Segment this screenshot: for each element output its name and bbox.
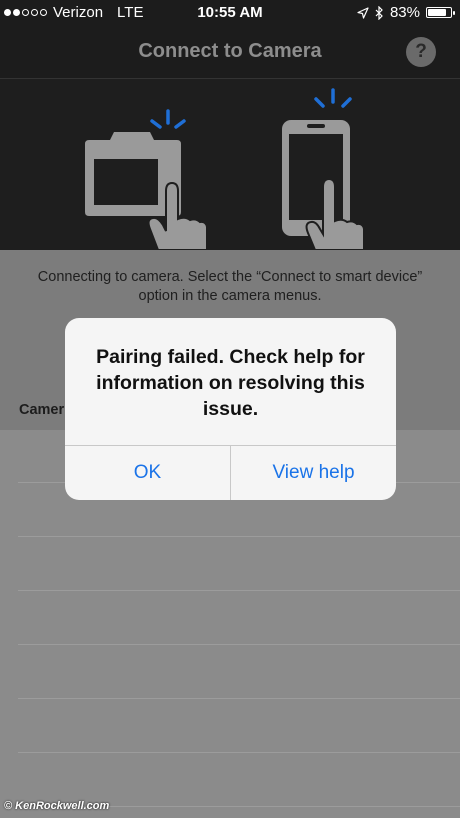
navigation-bar: Connect to Camera ? bbox=[0, 26, 460, 79]
phone-signal-icon bbox=[314, 88, 352, 108]
list-separator bbox=[18, 698, 460, 699]
signal-dot bbox=[22, 9, 29, 16]
camera-list-header: Camer bbox=[19, 402, 65, 418]
list-separator bbox=[18, 536, 460, 537]
list-separator bbox=[18, 752, 460, 753]
bluetooth-icon bbox=[375, 5, 383, 20]
page-title: Connect to Camera bbox=[138, 40, 322, 62]
location-arrow-icon bbox=[357, 6, 369, 19]
connection-illustration bbox=[0, 79, 460, 250]
help-button[interactable]: ? bbox=[406, 37, 436, 67]
pairing-failed-alert: Pairing failed. Check help for informati… bbox=[65, 318, 396, 500]
carrier-name: Verizon bbox=[53, 4, 104, 21]
status-bar: Verizon LTE 10:55 AM 83% bbox=[0, 0, 460, 26]
signal-dot bbox=[4, 9, 11, 16]
watermark: © KenRockwell.com bbox=[4, 800, 110, 812]
status-left: Verizon LTE bbox=[4, 4, 143, 21]
camera-signal-icon bbox=[150, 109, 186, 129]
illustration-svg bbox=[85, 88, 365, 250]
list-separator bbox=[18, 644, 460, 645]
signal-dot bbox=[13, 9, 20, 16]
ok-button[interactable]: OK bbox=[65, 446, 230, 500]
signal-dot bbox=[40, 9, 47, 16]
battery-level bbox=[428, 9, 446, 16]
alert-message: Pairing failed. Check help for informati… bbox=[96, 346, 365, 420]
signal-dot bbox=[31, 9, 38, 16]
view-help-button[interactable]: View help bbox=[231, 446, 396, 500]
list-separator bbox=[18, 590, 460, 591]
signal-strength-icon bbox=[4, 9, 47, 16]
instruction-text: Connecting to camera. Select the “Connec… bbox=[37, 269, 423, 304]
battery-icon bbox=[426, 7, 455, 18]
network-type: LTE bbox=[117, 4, 144, 21]
smartphone-icon bbox=[282, 120, 350, 236]
screen: Verizon LTE 10:55 AM 83% Connect to Came… bbox=[0, 0, 460, 818]
status-right: 83% bbox=[357, 4, 455, 21]
battery-percentage: 83% bbox=[389, 4, 420, 21]
